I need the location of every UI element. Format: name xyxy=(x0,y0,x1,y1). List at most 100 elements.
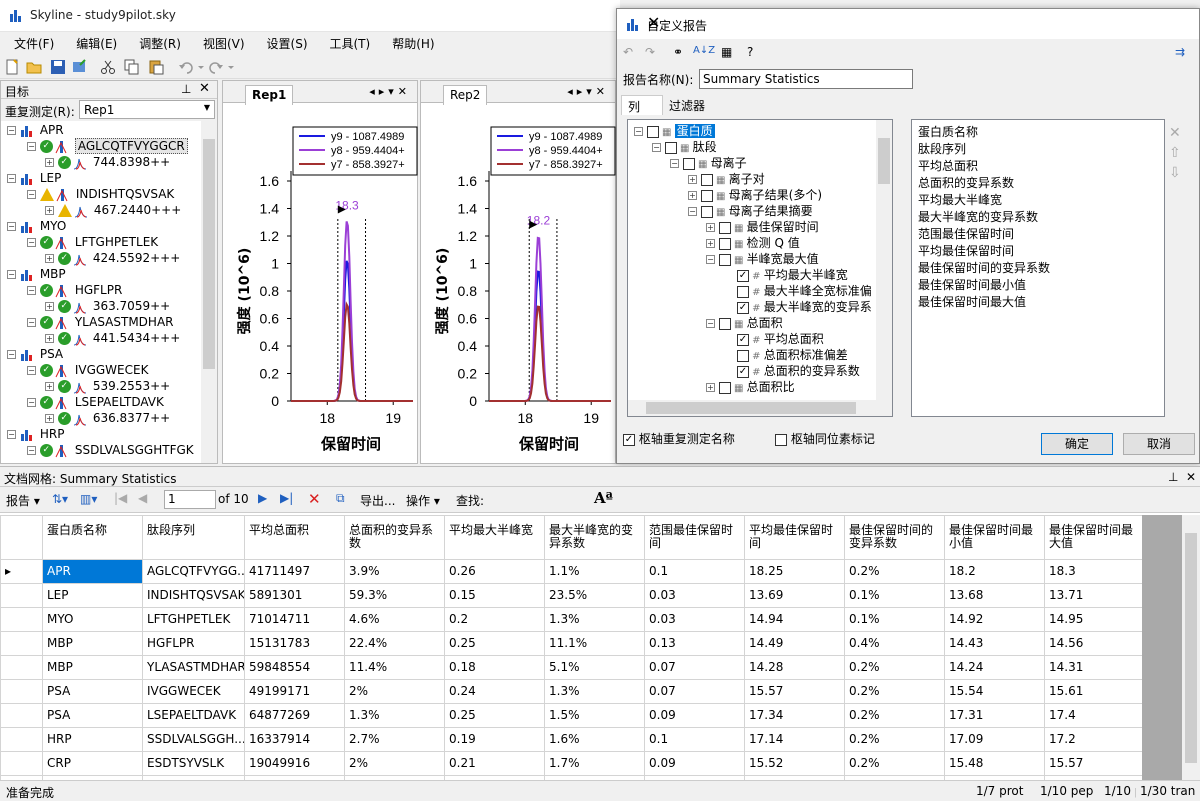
expand-icon[interactable]: + xyxy=(45,414,54,423)
table-cell[interactable]: 15.54 xyxy=(944,679,1045,704)
close-icon[interactable]: ✕ xyxy=(1186,470,1196,484)
column-checkbox[interactable] xyxy=(700,205,713,218)
table-cell[interactable]: 5.1% xyxy=(544,655,645,680)
table-cell[interactable]: 4.6% xyxy=(344,607,445,632)
column-checkbox[interactable]: ✓ xyxy=(737,333,749,346)
table-cell[interactable]: IVGGWECEK xyxy=(142,679,245,704)
table-cell[interactable]: 0.15 xyxy=(444,583,545,608)
peptide-node[interactable]: − ✓ AGLCQTFVYGGCR xyxy=(27,138,188,155)
table-cell[interactable]: 1.5% xyxy=(544,703,645,728)
collapse-icon[interactable]: − xyxy=(7,270,16,279)
collapse-icon[interactable]: − xyxy=(652,143,661,152)
table-cell[interactable]: APR xyxy=(42,559,143,584)
expand-icon[interactable]: + xyxy=(45,334,54,343)
collapse-icon[interactable]: − xyxy=(670,159,679,168)
peptide-node[interactable]: − ✓ LSEPAELTDAVK xyxy=(27,395,164,411)
column-header[interactable]: 平均最佳保留时间 xyxy=(744,515,845,560)
tab-filter[interactable]: 过滤器 xyxy=(663,95,711,115)
table-cell[interactable]: 0.1% xyxy=(844,607,945,632)
table-cell[interactable]: MBP xyxy=(42,631,143,656)
last-page-icon[interactable]: ▶| xyxy=(280,491,293,505)
table-cell[interactable]: 0.21 xyxy=(444,751,545,776)
collapse-icon[interactable]: − xyxy=(27,446,36,455)
table-cell[interactable]: LSEPAELTDAVK xyxy=(142,703,245,728)
table-cell[interactable]: 14.24 xyxy=(944,655,1045,680)
ok-button[interactable]: 确定 xyxy=(1041,433,1113,455)
table-cell[interactable]: 1.7% xyxy=(544,751,645,776)
copy-icon[interactable] xyxy=(124,59,140,75)
table-cell[interactable]: 1.3% xyxy=(544,679,645,704)
table-row[interactable]: HRP SSDLVALSGGH... 16337914 2.7% 0.19 1.6% 0.1… xyxy=(0,727,1143,752)
column-checkbox[interactable] xyxy=(737,349,749,362)
column-tree-node[interactable]: ✓ # 总面积的变异系数 xyxy=(724,362,860,378)
tab-rep2[interactable]: Rep2 xyxy=(443,85,488,105)
menu-view[interactable]: 视图(V) xyxy=(189,32,253,52)
column-checkbox[interactable] xyxy=(718,253,731,266)
table-cell[interactable]: 0.1 xyxy=(644,559,745,584)
collapse-icon[interactable]: − xyxy=(27,142,36,151)
table-cell[interactable]: 18.25 xyxy=(744,559,845,584)
table-cell[interactable]: PSA xyxy=(42,703,143,728)
share-icon[interactable]: ⇉ xyxy=(1175,45,1185,59)
table-cell[interactable]: 1.3% xyxy=(544,607,645,632)
cancel-button[interactable]: 取消 xyxy=(1123,433,1195,455)
collapse-icon[interactable]: − xyxy=(27,190,36,199)
redo-icon[interactable]: ↷ xyxy=(645,45,655,59)
menu-refine[interactable]: 调整(R) xyxy=(125,32,189,52)
table-cell[interactable]: 0.2% xyxy=(844,559,945,584)
table-cell[interactable]: 18.2 xyxy=(944,559,1045,584)
peptide-node[interactable]: − ✓ IVGGWECEK xyxy=(27,363,148,379)
column-tree-node[interactable]: ✓ # 平均最大半峰宽 xyxy=(724,266,848,282)
table-cell[interactable]: 17.4 xyxy=(1044,703,1143,728)
expand-icon[interactable]: + xyxy=(45,158,54,167)
redo-icon[interactable] xyxy=(208,59,234,75)
paste-icon[interactable] xyxy=(148,59,164,75)
table-cell[interactable]: 15.52 xyxy=(744,751,845,776)
column-checkbox[interactable] xyxy=(718,237,731,250)
row-header[interactable] xyxy=(0,583,43,608)
table-cell[interactable]: 0.09 xyxy=(644,751,745,776)
precursor-node[interactable]: + ✓ 744.8398++ xyxy=(45,155,170,171)
table-cell[interactable]: 17.2 xyxy=(1044,727,1143,752)
expand-icon[interactable]: + xyxy=(688,175,697,184)
column-checkbox[interactable] xyxy=(718,317,731,330)
selected-column-item[interactable]: 总面积的变异系数 xyxy=(912,175,1164,192)
table-cell[interactable]: 0.07 xyxy=(644,655,745,680)
column-header[interactable]: 最佳保留时间最大值 xyxy=(1044,515,1143,560)
table-cell[interactable]: 14.92 xyxy=(944,607,1045,632)
collapse-icon[interactable]: − xyxy=(27,398,36,407)
publish-icon[interactable] xyxy=(72,59,88,75)
column-tree-node[interactable]: + ▦ 总面积比 xyxy=(706,378,795,394)
table-cell[interactable]: 0.2% xyxy=(844,679,945,704)
table-cell[interactable]: 0.4% xyxy=(844,631,945,656)
table-cell[interactable]: 0.07 xyxy=(644,679,745,704)
table-cell[interactable]: 2% xyxy=(344,679,445,704)
export-button[interactable]: 导出... xyxy=(360,492,395,509)
column-header[interactable]: 最佳保留时间的变异系数 xyxy=(844,515,945,560)
precursor-node[interactable]: + ✓ 441.5434+++ xyxy=(45,331,180,347)
peptide-node[interactable]: − ✓ LFTGHPETLEK xyxy=(27,235,158,251)
remove-icon[interactable]: ✕ xyxy=(1169,123,1189,143)
expand-icon[interactable]: + xyxy=(45,206,54,215)
find-binoculars-icon[interactable]: ⚭ xyxy=(673,45,683,59)
protein-node[interactable]: − LEP xyxy=(7,171,61,187)
column-tree-node[interactable]: − ▦ 蛋白质 xyxy=(634,122,715,138)
table-cell[interactable]: 19049916 xyxy=(244,751,345,776)
column-checkbox[interactable]: ✓ xyxy=(737,269,749,282)
precursor-node[interactable]: + ✓ 363.7059++ xyxy=(45,299,170,315)
tree-vscrollbar[interactable] xyxy=(876,120,892,400)
protein-node[interactable]: − HRP xyxy=(7,427,64,443)
table-cell[interactable]: 18.3 xyxy=(1044,559,1143,584)
table-cell[interactable]: 1.1% xyxy=(544,559,645,584)
row-header[interactable] xyxy=(0,679,43,704)
precursor-node[interactable]: + 467.2440+++ xyxy=(45,203,181,219)
table-cell[interactable]: SSDLVALSGGH... xyxy=(142,727,245,752)
table-cell[interactable]: PSA xyxy=(42,679,143,704)
menu-file[interactable]: 文件(F) xyxy=(0,32,62,52)
grid-scrollbar[interactable] xyxy=(1182,515,1200,781)
selected-column-item[interactable]: 平均最佳保留时间 xyxy=(912,243,1164,260)
undo-icon[interactable] xyxy=(178,59,204,75)
table-row[interactable]: PSA IVGGWECEK 49199171 2% 0.24 1.3% 0.07 15.57 0… xyxy=(0,679,1143,704)
peptide-node[interactable]: − ✓ YLASASTMDHAR xyxy=(27,315,174,331)
collapse-icon[interactable]: − xyxy=(706,319,715,328)
